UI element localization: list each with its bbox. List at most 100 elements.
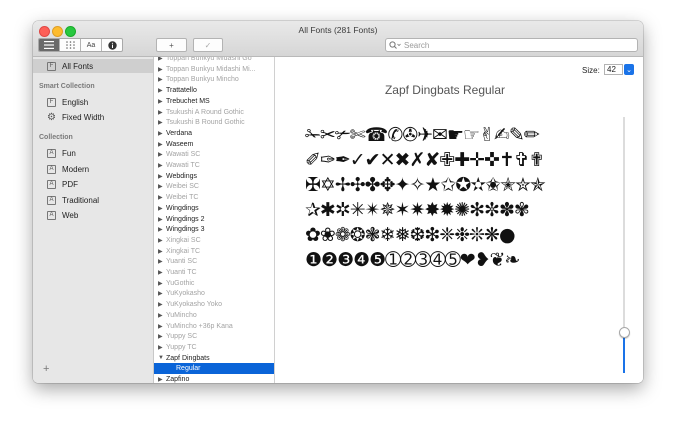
sidebar-item-label: Traditional [62, 195, 100, 205]
font-list-item[interactable]: ▶ Toppan Bunkyu Mincho [154, 74, 274, 85]
info-button[interactable] [102, 39, 122, 51]
font-list[interactable]: ▶ Toppan Bunkyu Midashi Go ▶ Toppan Bunkyu … [154, 57, 275, 383]
sidebar-toggle-icon [44, 41, 54, 49]
disclosure-triangle-icon[interactable]: ▶ [158, 333, 166, 340]
font-list-item[interactable]: ▶ YuMincho +36p Kana [154, 321, 274, 332]
disclosure-triangle-icon[interactable]: ▶ [158, 141, 166, 148]
disclosure-triangle-icon[interactable]: ▶ [158, 130, 166, 137]
sidebar-item-traditional[interactable]: A Traditional [33, 193, 153, 207]
font-list-item[interactable]: ▶ Wawati SC [154, 149, 274, 160]
sidebar-item-label: Modern [62, 164, 90, 174]
disclosure-triangle-icon[interactable]: ▶ [158, 76, 166, 83]
sidebar-item-fun[interactable]: A Fun [33, 146, 153, 160]
font-list-item-selected[interactable]: Regular [154, 363, 274, 375]
size-slider[interactable] [619, 117, 630, 373]
size-slider-knob[interactable] [619, 327, 630, 339]
font-list-item[interactable]: ▶ Yuppy SC [154, 331, 274, 342]
disclosure-triangle-icon[interactable]: ▶ [158, 162, 166, 169]
add-font-button[interactable]: + [156, 38, 187, 52]
sidebar-item-pdf[interactable]: A PDF [33, 177, 153, 191]
font-list-item[interactable]: ▶ Weibei SC [154, 181, 274, 192]
font-list-item[interactable]: ▶ Tsukushi A Round Gothic [154, 107, 274, 118]
grid-view-button[interactable] [60, 39, 81, 51]
font-list-item[interactable]: ▶ YuKyokasho Yoko [154, 299, 274, 310]
font-list-item[interactable]: ▶ Yuanti TC [154, 267, 274, 278]
search-field[interactable]: Search [385, 38, 638, 52]
disclosure-triangle-icon[interactable]: ▶ [158, 344, 166, 351]
font-list-item[interactable]: ▶ Waseem [154, 139, 274, 150]
font-file-icon: F [47, 61, 56, 71]
font-family-name: YuKyokasho Yoko [166, 301, 223, 309]
disclosure-triangle-icon[interactable]: ▶ [158, 269, 166, 276]
sidebar-item-modern[interactable]: A Modern [33, 162, 153, 176]
validate-button[interactable]: ✓ [193, 38, 223, 52]
disclosure-triangle-icon[interactable]: ▶ [158, 57, 166, 62]
font-list-item[interactable]: ▶ Webdings [154, 171, 274, 182]
disclosure-triangle-icon[interactable]: ▶ [158, 119, 166, 126]
font-family-name: Verdana [166, 129, 193, 137]
font-family-name: Wingdings [166, 204, 199, 212]
disclosure-triangle-icon[interactable]: ▶ [158, 216, 166, 223]
font-list-item[interactable]: ▶ Tsukushi B Round Gothic [154, 117, 274, 128]
glyph-row: ✠✡✢✣✤✥✦✧★✩✪✫✬✭✮✯ [305, 174, 546, 196]
disclosure-triangle-icon[interactable]: ▶ [158, 194, 166, 201]
font-list-item[interactable]: ▶ Yuppy TC [154, 342, 274, 353]
disclosure-triangle-icon[interactable]: ▶ [158, 66, 166, 73]
disclosure-triangle-icon[interactable]: ▶ [158, 323, 166, 330]
font-list-item[interactable]: ▶ YuMincho [154, 310, 274, 321]
font-list-item[interactable]: ▶ Wingdings 2 [154, 214, 274, 225]
font-list-item[interactable]: ▶ Wawati TC [154, 160, 274, 171]
disclosure-triangle-icon[interactable]: ▶ [158, 87, 166, 94]
disclosure-triangle-icon[interactable]: ▶ [158, 312, 166, 319]
size-field[interactable]: 42 [604, 64, 623, 75]
font-list-item[interactable]: ▶ Verdana [154, 128, 274, 139]
font-list-item[interactable]: ▶ YuGothic [154, 278, 274, 289]
collection-icon: A [47, 179, 56, 189]
add-collection-button[interactable]: + [43, 363, 49, 375]
font-list-item[interactable]: ▶ Trattatello [154, 85, 274, 96]
size-dropdown-button[interactable]: ⌄ [624, 64, 634, 75]
font-list-item[interactable]: ▼ Zapf Dingbats [154, 353, 274, 364]
sidebar-item-web[interactable]: A Web [33, 208, 153, 222]
disclosure-triangle-icon[interactable]: ▶ [158, 280, 166, 287]
disclosure-triangle-icon[interactable]: ▶ [158, 173, 166, 180]
font-list-item[interactable]: ▶ Weibei TC [154, 192, 274, 203]
disclosure-triangle-icon[interactable]: ▶ [158, 301, 166, 308]
disclosure-triangle-icon[interactable]: ▶ [158, 237, 166, 244]
sidebar-toggle-button[interactable] [39, 39, 60, 51]
size-label: Size: [582, 66, 600, 75]
disclosure-triangle-icon[interactable]: ▶ [158, 109, 166, 116]
disclosure-triangle-icon[interactable]: ▶ [158, 98, 166, 105]
disclosure-triangle-icon[interactable]: ▶ [158, 376, 166, 383]
font-list-item[interactable]: ▶ YuKyokasho [154, 288, 274, 299]
font-family-name: Toppan Bunkyu Midashi Mi... [166, 65, 256, 73]
disclosure-triangle-icon[interactable]: ▶ [158, 183, 166, 190]
sidebar-item-english[interactable]: F English [33, 95, 153, 109]
disclosure-triangle-icon[interactable]: ▶ [158, 258, 166, 265]
disclosure-triangle-icon[interactable]: ▶ [158, 226, 166, 233]
font-list-item[interactable]: ▶ Xingkai TC [154, 246, 274, 257]
font-family-name: Yuppy TC [166, 343, 197, 351]
disclosure-triangle-icon[interactable]: ▶ [158, 290, 166, 297]
sidebar-item-fixed-width[interactable]: ⚙ Fixed Width [33, 110, 153, 124]
font-list-item[interactable]: ▶ Wingdings [154, 203, 274, 214]
font-list-item[interactable]: ▶ Wingdings 3 [154, 224, 274, 235]
font-list-item[interactable]: ▶ Trebuchet MS [154, 96, 274, 107]
gear-icon: ⚙ [47, 111, 56, 123]
disclosure-open-icon[interactable]: ▼ [158, 355, 166, 361]
font-list-item[interactable]: ▶ Zapfino [154, 374, 274, 383]
view-mode-segmented-control[interactable]: Aa [38, 38, 123, 52]
glyph-row: ✁✂✃✄☎✆✇✈✉☛☞✌✍✎✏ [305, 124, 540, 146]
search-input[interactable]: Search [404, 41, 429, 50]
font-list-item[interactable]: ▶ Yuanti SC [154, 256, 274, 267]
disclosure-triangle-icon[interactable]: ▶ [158, 248, 166, 255]
sample-view-button[interactable]: Aa [81, 39, 102, 51]
font-file-icon: F [47, 97, 56, 107]
sidebar-item-all-fonts[interactable]: F All Fonts [33, 59, 153, 73]
font-list-item[interactable]: ▶ Xingkai SC [154, 235, 274, 246]
disclosure-triangle-icon[interactable]: ▶ [158, 205, 166, 212]
font-book-window: All Fonts (281 Fonts) Aa + ✓ Search F Al… [33, 21, 643, 383]
disclosure-triangle-icon[interactable]: ▶ [158, 151, 166, 158]
font-family-name: Yuppy SC [166, 333, 198, 341]
font-list-item[interactable]: ▶ Toppan Bunkyu Midashi Mi... [154, 64, 274, 75]
